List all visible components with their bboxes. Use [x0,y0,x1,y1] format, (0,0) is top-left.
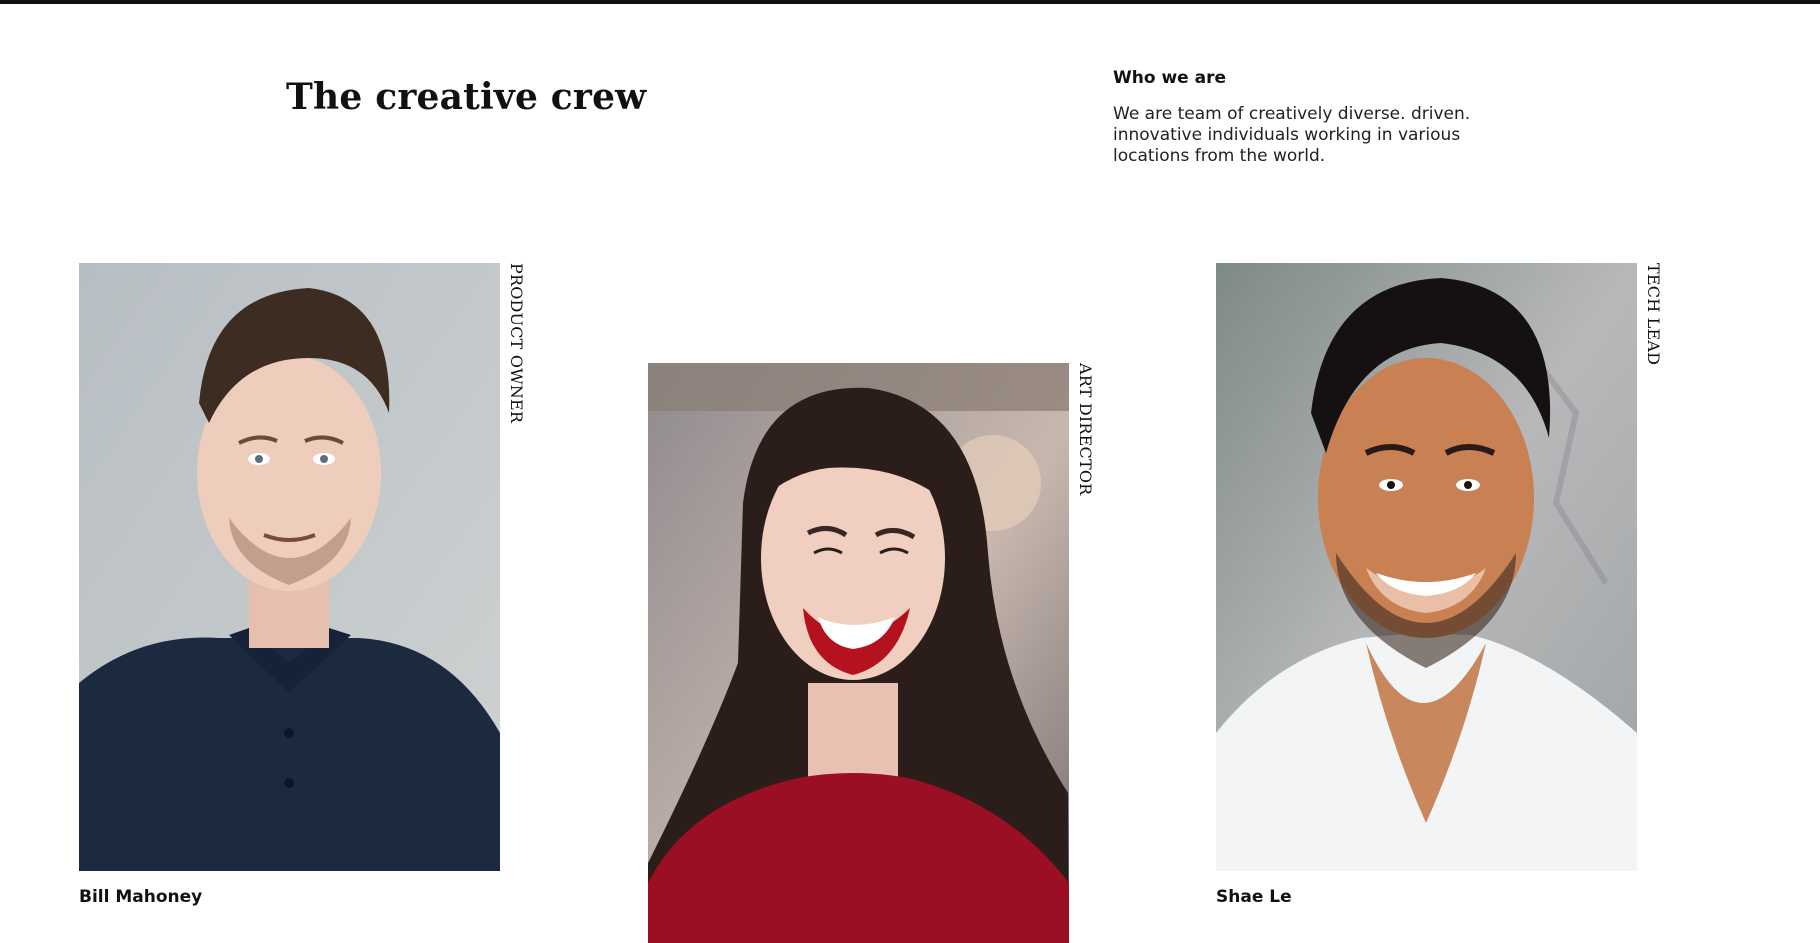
top-border [0,0,1820,4]
page-title: The creative crew [286,76,647,118]
team-card-art-director: ART DIRECTOR [648,363,1095,943]
team-role-label: TECH LEAD [1644,263,1663,366]
team-photo-bill [79,263,500,871]
about-section: Who we are We are team of creatively div… [1113,68,1513,167]
team-photo-art-director [648,363,1069,943]
team-card-tech-lead: TECH LEAD Shae Le [1216,263,1663,907]
team-photo-shae [1216,263,1637,871]
team-role-label: ART DIRECTOR [1076,363,1095,496]
team-name-label: Bill Mahoney [79,887,203,907]
team-card-product-owner: PRODUCT OWNER Bill Mahoney [79,263,526,907]
team-name-label: Shae Le [1216,887,1292,907]
page: The creative crew Who we are We are team… [0,0,1820,943]
team-role-label: PRODUCT OWNER [507,263,526,424]
about-title: Who we are [1113,68,1226,88]
about-text: We are team of creatively diverse. drive… [1113,104,1471,166]
